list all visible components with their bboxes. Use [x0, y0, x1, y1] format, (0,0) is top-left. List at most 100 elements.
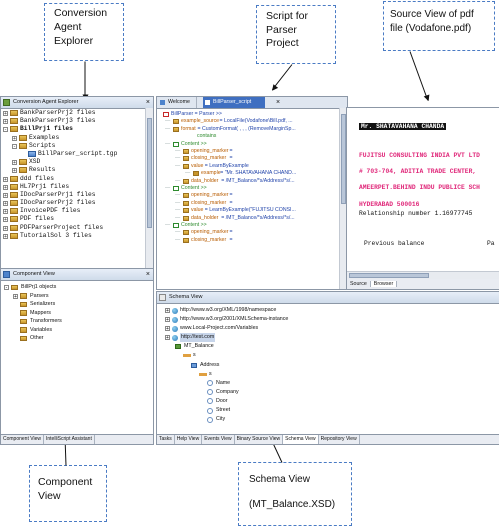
- tree-connector: —: [175, 207, 181, 214]
- pdf-text-line: HYDERABAD 500016: [359, 201, 420, 208]
- schema-item[interactable]: Door: [165, 397, 498, 406]
- explorer-title-bar: Conversion Agent Explorer ×: [1, 97, 153, 109]
- explorer-item[interactable]: + PDF files: [3, 215, 145, 223]
- callout-explorer-line: Explorer: [54, 35, 94, 47]
- expand-toggle-icon[interactable]: +: [3, 209, 8, 215]
- explorer-item[interactable]: + TutorialSol 3 files: [3, 232, 145, 240]
- expand-toggle-icon[interactable]: -: [4, 285, 9, 291]
- schema-item[interactable]: + http://www.w3.org/2001/XMLSchema-instan…: [165, 315, 498, 324]
- expand-toggle-icon[interactable]: +: [13, 293, 18, 299]
- explorer-item[interactable]: + HL7Prj1 files: [3, 183, 145, 191]
- schema-item[interactable]: + http://www.w3.org/XML/1998/namespace: [165, 306, 498, 315]
- schema-item-label: City: [216, 416, 226, 423]
- explorer-item[interactable]: + InvoicePDF files: [3, 207, 145, 215]
- expand-toggle-icon[interactable]: +: [3, 201, 8, 207]
- expand-toggle-icon[interactable]: +: [3, 225, 8, 231]
- component-item[interactable]: Mappers: [4, 309, 150, 318]
- expand-toggle-icon[interactable]: +: [3, 176, 8, 182]
- explorer-scrollbar[interactable]: [145, 108, 153, 269]
- explorer-item[interactable]: BillParser_script.tgp: [3, 150, 145, 158]
- expand-toggle-icon[interactable]: +: [165, 335, 170, 341]
- schema-item[interactable]: Company: [165, 388, 498, 397]
- component-item[interactable]: Variables: [4, 326, 150, 335]
- tab-billparser-script[interactable]: BillParser_script: [203, 97, 266, 108]
- schema-item-label: www.Local-Project.com/Variables: [180, 325, 259, 332]
- explorer-item[interactable]: + BankParserPrj3 files: [3, 117, 145, 125]
- expand-toggle-icon[interactable]: -: [12, 143, 17, 149]
- close-icon[interactable]: ×: [146, 97, 150, 108]
- explorer-item[interactable]: + IDocParserPrj2 files: [3, 199, 145, 207]
- expand-toggle-icon[interactable]: +: [165, 317, 170, 323]
- script-editor[interactable]: BillParser = Parser >> — example_source = …: [157, 109, 339, 289]
- tab-tasks[interactable]: Tasks: [157, 435, 175, 444]
- tab-component-view[interactable]: Component View: [1, 435, 44, 444]
- property-icon: [183, 178, 189, 184]
- explorer-item[interactable]: + XSD: [3, 158, 145, 166]
- explorer-item[interactable]: + PDFParserProject files: [3, 224, 145, 232]
- parser-icon: [163, 112, 169, 117]
- schema-item[interactable]: + http://test.com: [165, 333, 498, 343]
- explorer-item[interactable]: + Examples: [3, 134, 145, 142]
- folder-icon: [10, 118, 18, 125]
- component-item[interactable]: Other: [4, 334, 150, 343]
- schema-item[interactable]: MT_Balance: [165, 342, 498, 351]
- schema-item[interactable]: City: [165, 415, 498, 424]
- component-item[interactable]: Serializers: [4, 300, 150, 309]
- script-value: =: [229, 229, 233, 236]
- explorer-item[interactable]: + IDocParserPrj1 files: [3, 191, 145, 199]
- script-value: = LocalFile(Vodafone\Bill.pdf, ...: [219, 118, 293, 125]
- component-view-tabs: Component View IntelliScript Assistant: [1, 434, 153, 444]
- tab-browser[interactable]: Browser: [370, 281, 398, 287]
- explorer-item-label: BankParserPrj2 files: [20, 109, 96, 116]
- expand-toggle-icon[interactable]: +: [3, 192, 8, 198]
- explorer-title: Conversion Agent Explorer: [13, 99, 79, 105]
- schema-item[interactable]: Address: [165, 361, 498, 370]
- tree-connector: —: [165, 125, 171, 132]
- expand-toggle-icon[interactable]: +: [3, 217, 8, 223]
- script-key: opening_marker: [191, 148, 229, 154]
- folder-icon: [10, 216, 18, 223]
- explorer-item-label: PDFParserProject files: [20, 223, 104, 231]
- pdf-hscrollbar[interactable]: [347, 271, 499, 279]
- pdf-text-line: Mr. SHATAVAHANA CHANDA: [359, 123, 447, 130]
- globe-icon: [172, 325, 178, 332]
- tab-binary-source-view[interactable]: Binary Source View: [235, 435, 284, 444]
- tab-events-view[interactable]: Events View: [202, 435, 235, 444]
- expand-toggle-icon[interactable]: +: [165, 326, 170, 332]
- expand-toggle-icon[interactable]: +: [12, 168, 17, 174]
- tab-repository-view[interactable]: Repository View: [319, 435, 360, 444]
- script-value: contains: [197, 133, 217, 140]
- explorer-item[interactable]: + Results: [3, 166, 145, 174]
- expand-toggle-icon[interactable]: +: [3, 111, 8, 117]
- tree-connector: —: [175, 214, 181, 221]
- expand-toggle-icon[interactable]: +: [12, 160, 17, 166]
- schema-item[interactable]: + www.Local-Project.com/Variables: [165, 324, 498, 333]
- expand-toggle-icon[interactable]: +: [3, 184, 8, 190]
- component-item[interactable]: - BillPrj1 objects: [4, 283, 150, 292]
- component-item[interactable]: + Parsers: [4, 292, 150, 301]
- explorer-item[interactable]: - BillPrj1 files: [3, 125, 145, 133]
- close-icon[interactable]: ×: [146, 269, 150, 280]
- folder-icon: [20, 327, 27, 333]
- schema-item-label: http://www.w3.org/XML/1998/namespace: [180, 307, 277, 313]
- schema-item[interactable]: s: [165, 370, 498, 379]
- explorer-item[interactable]: - Scripts: [3, 142, 145, 150]
- tab-source[interactable]: Source: [347, 281, 371, 287]
- expand-toggle-icon[interactable]: +: [12, 135, 17, 141]
- close-icon[interactable]: ×: [276, 97, 280, 108]
- component-item[interactable]: Transformers: [4, 317, 150, 326]
- expand-toggle-icon[interactable]: +: [165, 308, 170, 314]
- tab-help-view[interactable]: Help View: [175, 435, 203, 444]
- schema-item[interactable]: Name: [165, 379, 498, 388]
- explorer-item[interactable]: + ddd files: [3, 175, 145, 183]
- expand-toggle-icon[interactable]: -: [3, 127, 8, 133]
- tab-intelliscript-assistant[interactable]: IntelliScript Assistant: [44, 435, 95, 444]
- expand-toggle-icon[interactable]: +: [3, 119, 8, 125]
- explorer-item[interactable]: + BankParserPrj2 files: [3, 109, 145, 117]
- schema-item[interactable]: s: [165, 351, 498, 360]
- schema-item[interactable]: Street: [165, 406, 498, 415]
- expand-toggle-icon[interactable]: +: [3, 233, 8, 239]
- field-icon: [207, 416, 213, 423]
- tab-welcome[interactable]: Welcome: [159, 97, 197, 108]
- tab-schema-view[interactable]: Schema View: [283, 435, 319, 444]
